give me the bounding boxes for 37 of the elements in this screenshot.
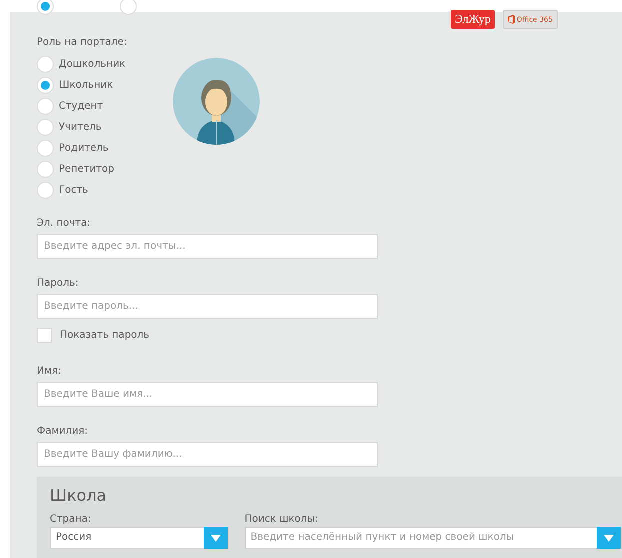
radio-button[interactable] (37, 140, 54, 157)
input-field[interactable]: Введите Ваше имя... (37, 382, 378, 407)
radio-label: Родитель (59, 142, 109, 156)
radio-label: Гость (59, 184, 88, 198)
field-label: Имя: (37, 365, 62, 379)
checkbox[interactable] (37, 328, 52, 343)
radio-label: Студент (59, 100, 104, 114)
avatar-icon (173, 58, 260, 145)
field-label: Страна: (50, 513, 92, 527)
radio-button[interactable] (37, 182, 54, 199)
checkbox-label: Показать пароль (60, 328, 150, 342)
radio-button[interactable] (37, 98, 54, 115)
caret-icon (604, 534, 614, 542)
radio-button[interactable] (37, 56, 54, 73)
radio-button[interactable] (37, 161, 54, 178)
radio-button[interactable] (37, 119, 54, 136)
radio-label: Учитель (59, 120, 102, 134)
radio-label: Дошкольник (59, 58, 126, 72)
radio-button[interactable] (37, 77, 54, 94)
radio-button[interactable] (120, 0, 137, 15)
section-title: Школа (50, 489, 108, 503)
radio-label: Репетитор (59, 162, 114, 176)
field-label: Пароль: (37, 277, 80, 291)
radio-button[interactable] (37, 0, 54, 15)
office-logo-icon (508, 15, 515, 24)
caret-icon (210, 534, 221, 542)
input-field[interactable]: Введите пароль... (37, 294, 378, 319)
field-label: Фамилия: (37, 425, 90, 439)
input-field[interactable]: Введите Вашу фамилию... (37, 442, 378, 467)
role-label: Роль на портале: (37, 36, 128, 50)
school-search-field[interactable]: Введите населённый пункт и номер своей школы (244, 527, 622, 549)
country-select[interactable]: Россия (50, 527, 229, 549)
input-field[interactable]: Введите адрес эл. почты... (37, 234, 378, 259)
field-label: Эл. почта: (37, 217, 92, 231)
radio-label: Школьник (59, 78, 114, 92)
eljur-button[interactable]: ЭлЖур (451, 10, 495, 29)
field-label: Поиск школы: (244, 513, 320, 527)
